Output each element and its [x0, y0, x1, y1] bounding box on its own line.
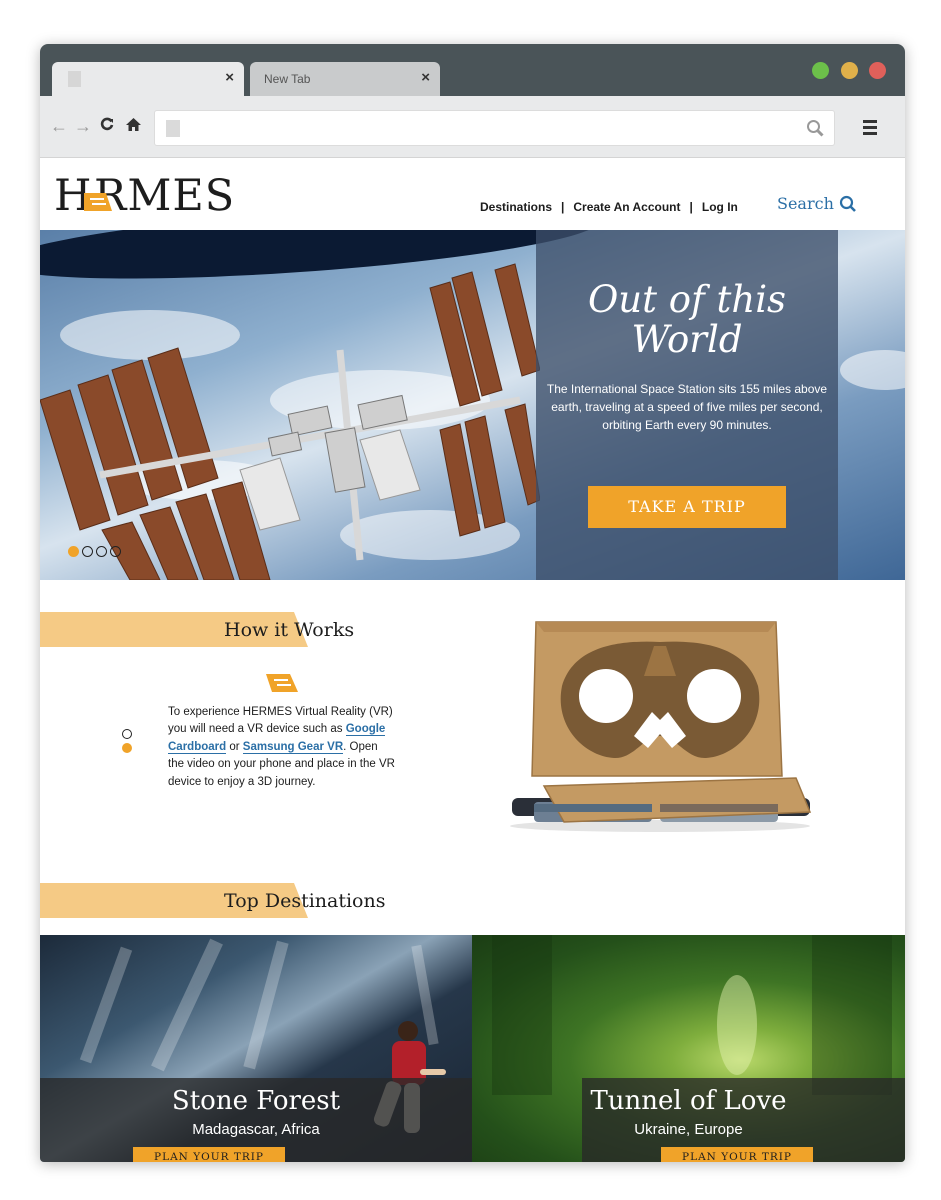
nav-create-account[interactable]: Create An Account: [573, 200, 680, 214]
search-icon: [839, 195, 856, 212]
hero-description: The International Space Station sits 155…: [546, 382, 828, 432]
tunnel-light: [717, 975, 757, 1075]
tab-close-icon[interactable]: ×: [225, 69, 234, 86]
rock-spike: [243, 940, 289, 1070]
destination-card-stone-forest[interactable]: Stone Forest Madagascar, Africa PLAN YOU…: [40, 935, 472, 1162]
carousel-dots: [68, 544, 124, 562]
hero-title: Out of this World: [536, 280, 838, 360]
carousel-dot-2[interactable]: [82, 546, 93, 557]
foliage: [492, 935, 552, 1095]
destination-location: Ukraine, Europe: [634, 1121, 743, 1138]
carousel-dot-3[interactable]: [96, 546, 107, 557]
nav-destinations[interactable]: Destinations: [480, 200, 552, 214]
maximize-button[interactable]: [812, 62, 829, 79]
wing-emblem-icon: [266, 674, 298, 692]
how-it-works-title: How it Works: [224, 619, 355, 641]
plan-your-trip-button[interactable]: PLAN YOUR TRIP: [133, 1147, 285, 1162]
rock-spike: [151, 938, 223, 1072]
file-icon: [68, 71, 81, 87]
site-search-link[interactable]: Search: [777, 194, 856, 213]
how-it-works-text: To experience HERMES Virtual Reality (VR…: [168, 704, 396, 791]
destination-caption: Tunnel of Love Ukraine, Europe PLAN YOUR…: [582, 1078, 905, 1162]
take-a-trip-button[interactable]: TAKE A TRIP: [588, 486, 786, 528]
close-window-button[interactable]: [869, 62, 886, 79]
hero-overlay-panel: Out of this World The International Spac…: [536, 230, 838, 580]
tab-new-tab[interactable]: New Tab ×: [250, 62, 440, 96]
back-arrow-icon[interactable]: ←: [50, 116, 68, 136]
plan-your-trip-button[interactable]: PLAN YOUR TRIP: [661, 1147, 813, 1162]
hamburger-icon[interactable]: [863, 120, 877, 138]
reload-icon[interactable]: [100, 116, 114, 136]
nav-log-in[interactable]: Log In: [702, 200, 738, 214]
browser-window: × New Tab × ← → HRMES Destinations | Cre…: [40, 44, 905, 1162]
browser-toolbar: ← →: [40, 96, 905, 158]
page-icon: [166, 120, 180, 137]
destination-card-tunnel-of-love[interactable]: Tunnel of Love Ukraine, Europe PLAN YOUR…: [472, 935, 905, 1162]
foliage: [812, 935, 892, 1095]
vr-headset-image: [510, 621, 812, 832]
section-dot-1[interactable]: [122, 729, 132, 739]
main-nav: Destinations | Create An Account | Log In: [480, 200, 738, 214]
hero-title-line2: World: [631, 318, 743, 361]
destination-name: Stone Forest: [171, 1086, 341, 1116]
rock-spike: [79, 946, 133, 1064]
cloud: [840, 350, 905, 390]
destination-location: Madagascar, Africa: [192, 1121, 320, 1138]
minimize-button[interactable]: [841, 62, 858, 79]
nav-separator: |: [689, 200, 693, 214]
hiw-text-part: or: [226, 740, 243, 753]
space-station-image: [40, 263, 540, 580]
search-label: Search: [777, 194, 834, 213]
search-icon[interactable]: [806, 119, 824, 137]
tab-bar: × New Tab ×: [40, 44, 905, 96]
tab-close-icon[interactable]: ×: [421, 69, 430, 86]
section-dots: [122, 729, 132, 757]
destination-name: Tunnel of Love: [590, 1086, 787, 1116]
hermes-logo[interactable]: HRMES: [54, 174, 235, 218]
nav-separator: |: [561, 200, 565, 214]
destination-caption: Stone Forest Madagascar, Africa PLAN YOU…: [40, 1078, 472, 1162]
wing-emblem-icon: [84, 193, 112, 211]
carousel-dot-1[interactable]: [68, 546, 79, 557]
top-destinations-title: Top Destinations: [224, 890, 386, 912]
address-bar[interactable]: [154, 110, 835, 146]
site-header: HRMES Destinations | Create An Account | Log…: [40, 158, 905, 230]
section-dot-2[interactable]: [122, 743, 132, 753]
home-icon[interactable]: [125, 116, 142, 136]
hero-carousel: Out of this World The International Spac…: [40, 230, 905, 580]
forward-arrow-icon[interactable]: →: [74, 116, 92, 136]
hero-title-line1: Out of this: [587, 278, 787, 321]
carousel-dot-4[interactable]: [110, 546, 121, 557]
samsung-gear-vr-link[interactable]: Samsung Gear VR: [242, 740, 344, 754]
tab-active[interactable]: ×: [52, 62, 244, 96]
tab-title: New Tab: [264, 72, 311, 86]
